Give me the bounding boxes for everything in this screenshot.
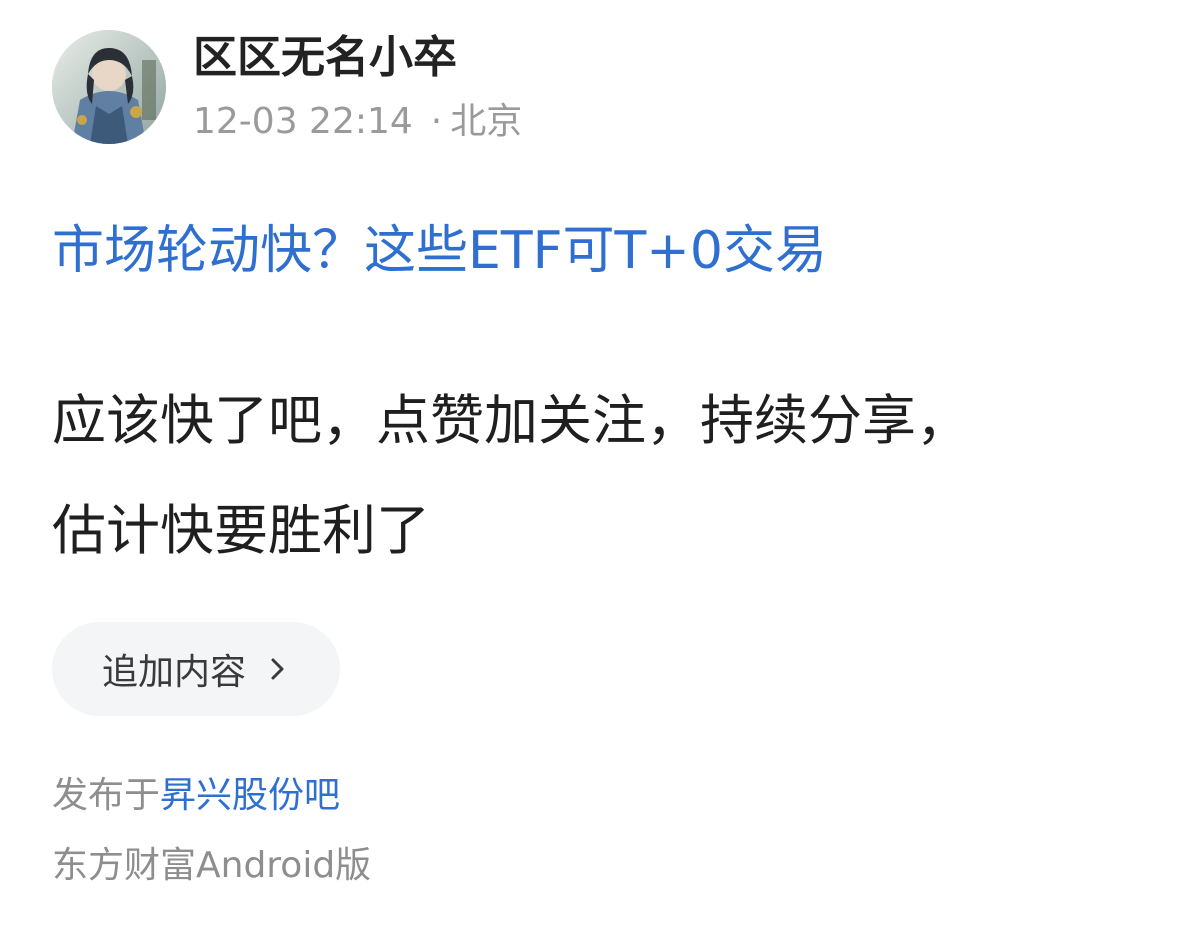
avatar-image [52,30,166,144]
client-info: 东方财富Android版 [52,845,372,886]
publish-prefix: 发布于 [52,775,161,816]
forum-link[interactable]: 昇兴股份吧 [160,775,340,816]
post-card: 区区无名小卒 12-03 22:14 · 北京 市场轮动快？这些ETF可T+0交易 … [0,0,1200,928]
post-header: 区区无名小卒 12-03 22:14 · 北京 [52,30,522,144]
avatar[interactable] [52,30,166,144]
post-location: 北京 [450,101,523,142]
publish-info: 发布于昇兴股份吧 [52,772,340,820]
linked-article-title[interactable]: 市场轮动快？这些ETF可T+0交易 [52,218,827,284]
post-meta: 12-03 22:14 · 北京 [193,100,522,144]
post-content-line: 估计快要胜利了 [52,499,430,562]
author-info: 区区无名小卒 12-03 22:14 · 北京 [193,30,522,144]
append-content-label: 追加内容 [101,652,246,693]
username[interactable]: 区区无名小卒 [193,30,522,86]
meta-separator: · [430,101,443,142]
post-content: 应该快了吧，点赞加关注，持续分享， 估计快要胜利了 [52,366,1152,586]
append-content-button[interactable]: 追加内容 [52,622,340,716]
post-content-line: 应该快了吧，点赞加关注，持续分享， [52,389,970,452]
post-time: 12-03 22:14 [193,101,413,142]
chevron-right-icon [264,656,290,682]
